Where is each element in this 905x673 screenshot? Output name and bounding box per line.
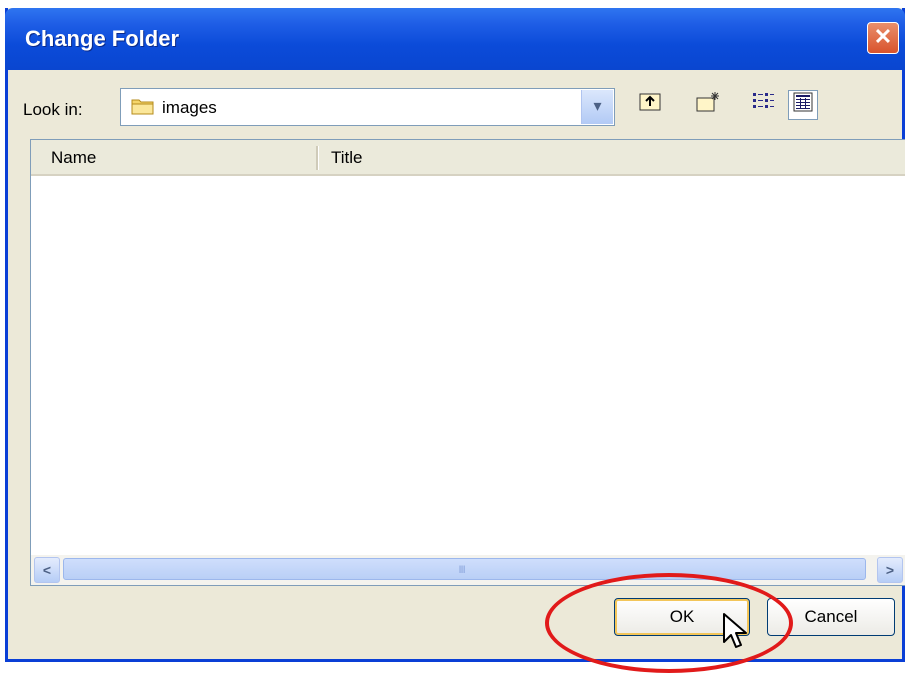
mouse-pointer-icon (723, 613, 747, 648)
up-one-level-icon[interactable] (635, 90, 665, 120)
dialog-title: Change Folder (25, 26, 180, 51)
close-icon[interactable]: ✕ (867, 22, 899, 54)
look-in-dropdown[interactable]: images ▾ (120, 88, 615, 126)
highlight-circle-annotation (545, 573, 793, 673)
folder-icon (131, 99, 154, 115)
list-view-icon[interactable] (748, 90, 778, 120)
chevron-down-icon[interactable]: ▾ (581, 90, 613, 124)
new-folder-icon[interactable] (693, 90, 723, 120)
column-divider[interactable] (316, 146, 319, 170)
horizontal-scrollbar[interactable]: < III > (31, 555, 905, 585)
scrollbar-grip: III (458, 564, 466, 576)
scroll-right-icon[interactable]: > (877, 557, 903, 583)
change-folder-dialog: Change Folder ✕ Look in: images ▾ Name T… (5, 8, 905, 662)
title-bar: Change Folder ✕ (5, 8, 905, 70)
details-view-icon[interactable] (788, 90, 818, 120)
look-in-value: images (162, 98, 217, 117)
column-title-header[interactable]: Title (331, 148, 363, 168)
column-headers: Name Title (31, 140, 905, 176)
look-in-label: Look in: (23, 100, 83, 119)
column-name-header[interactable]: Name (51, 148, 96, 168)
scroll-left-icon[interactable]: < (34, 557, 60, 583)
scrollbar-thumb[interactable]: III (63, 558, 866, 580)
folder-list-view[interactable]: Name Title < III > (30, 139, 905, 586)
